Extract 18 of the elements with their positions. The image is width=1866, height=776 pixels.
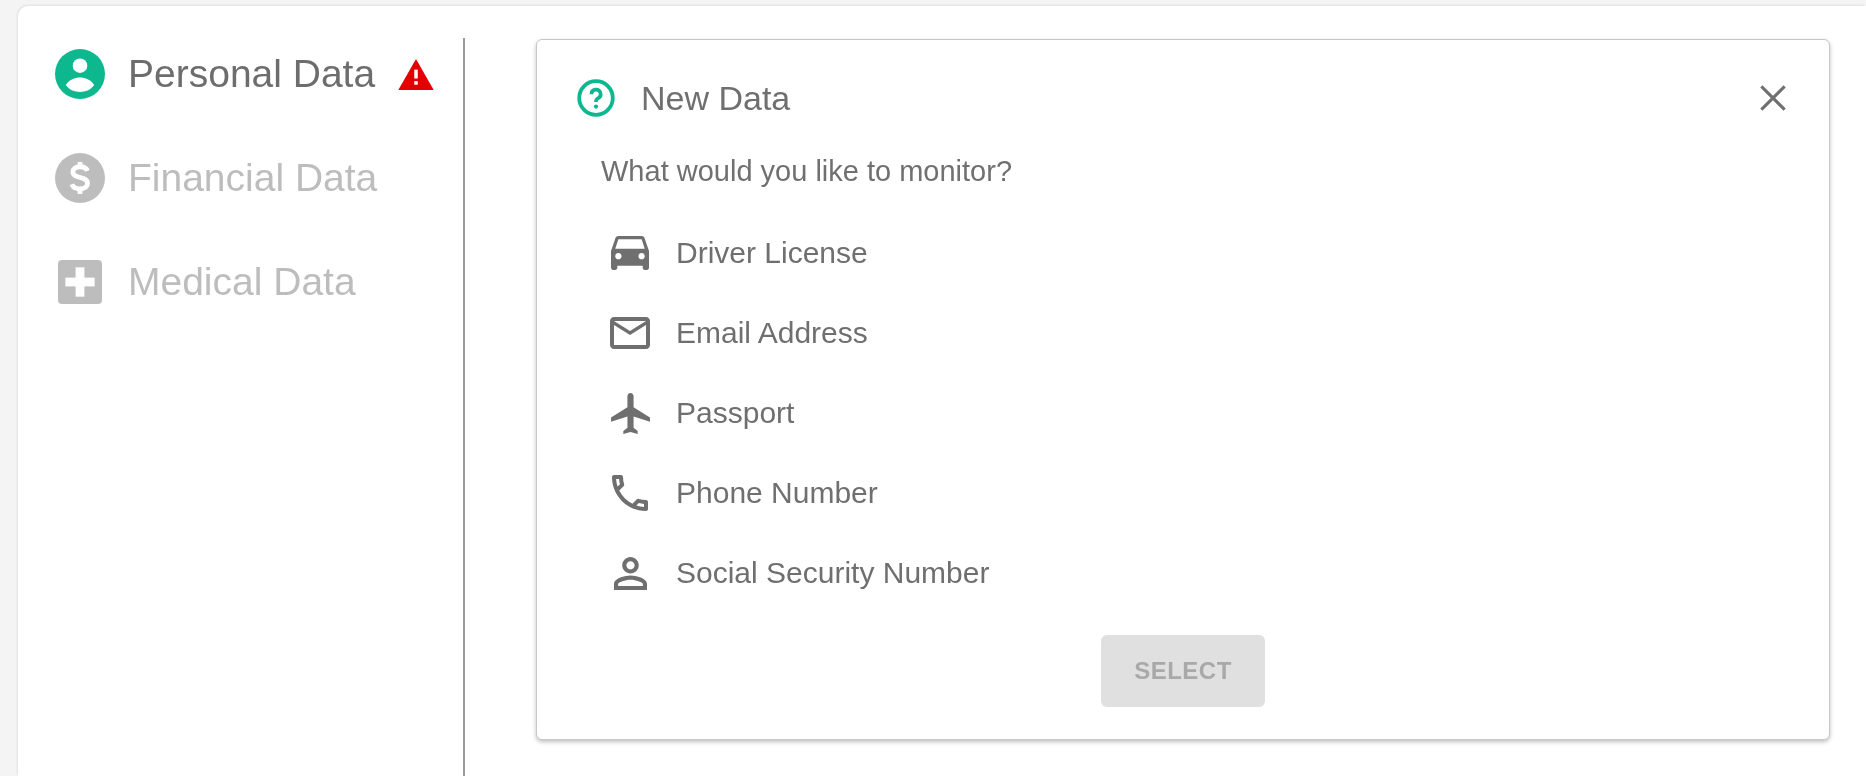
envelope-icon [610, 317, 650, 349]
airplane-icon [610, 392, 650, 434]
help-circle-icon [577, 79, 615, 117]
person-circle-icon [55, 49, 105, 99]
monitor-option[interactable]: Driver License [609, 213, 876, 293]
dollar-circle-icon [55, 153, 105, 203]
monitor-option[interactable]: Phone Number [609, 453, 886, 533]
dialog-title: New Data [641, 78, 792, 118]
monitor-option[interactable]: Email Address [609, 293, 876, 373]
monitor-option[interactable]: Social Security Number [609, 533, 998, 613]
close-icon [1759, 84, 1787, 112]
car-icon [611, 236, 649, 270]
person-icon [613, 556, 647, 590]
sidebar-item[interactable]: Personal Data [55, 38, 435, 110]
prompt-text: What would you like to monitor? [601, 154, 1013, 189]
phone-icon [612, 475, 648, 511]
medical-cross-icon [58, 260, 102, 304]
monitor-option[interactable]: Passport [609, 373, 803, 453]
